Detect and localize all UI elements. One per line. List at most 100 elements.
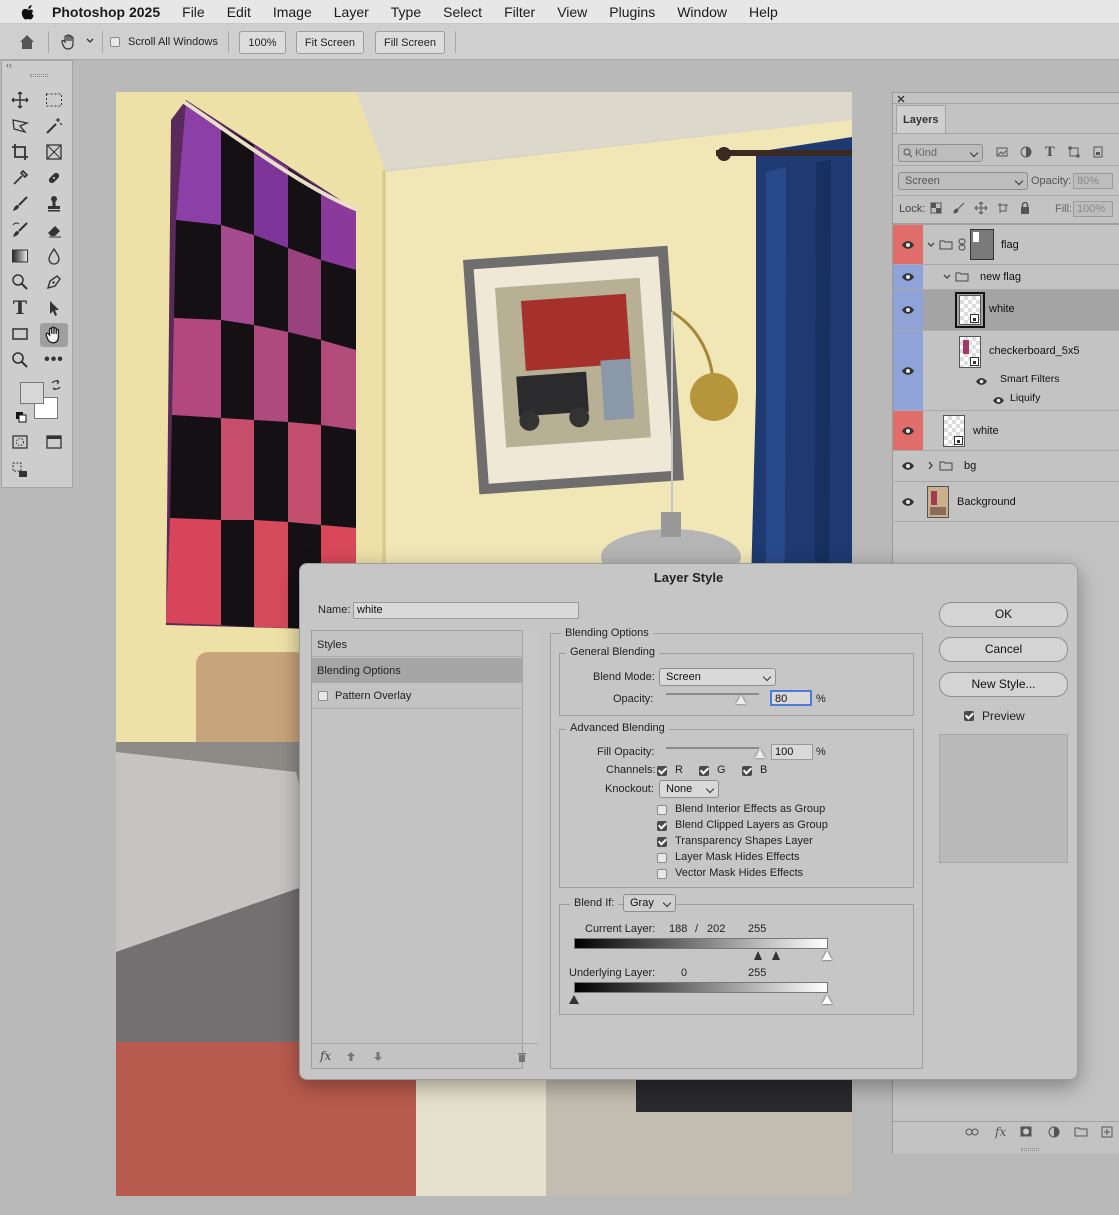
filter-pixel-icon[interactable]: [996, 146, 1008, 158]
channel-g-checkbox[interactable]: [699, 766, 709, 776]
close-panel-icon[interactable]: [897, 95, 905, 103]
cancel-button[interactable]: Cancel: [939, 637, 1068, 662]
styles-scrollbar[interactable]: [522, 631, 538, 1043]
lock-pixels-icon[interactable]: [953, 202, 965, 214]
filter-shape-icon[interactable]: [1068, 146, 1080, 158]
underlying-layer-low-thumb[interactable]: [569, 995, 579, 1004]
chevron-down-icon[interactable]: [86, 38, 94, 44]
current-layer-low-thumb[interactable]: [754, 951, 762, 960]
fx-icon[interactable]: fx: [320, 1049, 331, 1063]
rectangle-tool-icon[interactable]: [8, 323, 32, 345]
hand-tool-icon[interactable]: [40, 323, 68, 347]
crop-tool-icon[interactable]: [8, 141, 32, 163]
new-layer-icon[interactable]: [1101, 1126, 1113, 1138]
ok-button[interactable]: OK: [939, 602, 1068, 627]
fit-screen-button[interactable]: Fit Screen: [296, 31, 364, 54]
screen-mode-icon[interactable]: [42, 431, 66, 453]
type-tool-icon[interactable]: T: [8, 297, 32, 319]
eraser-tool-icon[interactable]: [42, 219, 66, 241]
layer-row-bg[interactable]: bg: [893, 451, 1119, 482]
lock-position-icon[interactable]: [974, 201, 988, 215]
menu-type[interactable]: Type: [391, 4, 421, 20]
default-colors-icon[interactable]: [15, 411, 27, 423]
more-tools-icon[interactable]: •••: [42, 349, 66, 371]
current-layer-high-thumb[interactable]: [822, 951, 832, 960]
vector-mask-hides-effects-checkbox[interactable]: [657, 869, 667, 879]
group-expand-chevron-icon[interactable]: [927, 242, 935, 248]
history-brush-tool-icon[interactable]: [8, 219, 32, 241]
zoom-100-button[interactable]: 100%: [239, 31, 286, 54]
quick-mask-icon[interactable]: [8, 431, 32, 453]
zoom-tool-icon[interactable]: [8, 349, 32, 371]
layer-thumbnail[interactable]: [959, 295, 981, 325]
filter-smart-object-icon[interactable]: [1092, 146, 1104, 158]
smart-filters-visibility-eye-icon[interactable]: [975, 377, 988, 386]
drag-handle[interactable]: [30, 74, 48, 77]
foreground-color-swatch-top[interactable]: [20, 382, 44, 404]
layer-visibility-eye-icon[interactable]: [893, 331, 923, 410]
menu-window[interactable]: Window: [677, 4, 727, 20]
styles-header[interactable]: Styles: [312, 631, 522, 657]
hand-tool-icon[interactable]: [60, 33, 78, 51]
scroll-all-windows-checkbox[interactable]: [110, 37, 120, 47]
stamp-tool-icon[interactable]: [42, 193, 66, 215]
menu-edit[interactable]: Edit: [227, 4, 251, 20]
new-adjustment-layer-icon[interactable]: [1048, 1126, 1060, 1138]
layer-row-new-flag[interactable]: new flag: [893, 265, 1119, 290]
lasso-tool-icon[interactable]: [8, 115, 32, 137]
fill-opacity-slider-track[interactable]: [666, 747, 759, 749]
move-tool-icon[interactable]: [8, 89, 32, 111]
lock-artboard-icon[interactable]: [997, 202, 1009, 214]
layer-row-flag[interactable]: flag: [893, 225, 1119, 265]
lock-all-icon[interactable]: [1019, 201, 1031, 215]
layer-thumbnail[interactable]: [959, 336, 981, 368]
channel-b-checkbox[interactable]: [742, 766, 752, 776]
layer-row-checkerboard[interactable]: checkerboard_5x5 Smart Filters Liquify: [893, 331, 1119, 411]
filter-type-icon[interactable]: T: [1045, 145, 1055, 160]
dodge-tool-icon[interactable]: [8, 271, 32, 293]
trash-icon[interactable]: [517, 1051, 527, 1062]
layer-thumbnail[interactable]: [943, 415, 965, 447]
liquify-visibility-eye-icon[interactable]: [992, 396, 1005, 405]
menu-layer[interactable]: Layer: [334, 4, 369, 20]
apple-icon[interactable]: [18, 2, 38, 22]
fill-opacity-slider-thumb[interactable]: [755, 749, 765, 758]
blend-clipped-layers-checkbox[interactable]: [657, 821, 667, 831]
layer-thumbnail[interactable]: [927, 486, 949, 518]
edit-toolbar-icon[interactable]: [8, 459, 32, 481]
layer-visibility-eye-icon[interactable]: [893, 482, 923, 521]
filter-kind-dropdown[interactable]: Kind: [898, 144, 983, 162]
layer-visibility-eye-icon[interactable]: [893, 411, 923, 450]
pen-tool-icon[interactable]: [42, 271, 66, 293]
blend-if-dropdown[interactable]: Gray: [623, 894, 676, 912]
fill-opacity-field[interactable]: 100: [771, 744, 813, 760]
eyedropper-tool-icon[interactable]: [8, 167, 32, 189]
layer-visibility-eye-icon[interactable]: [893, 290, 923, 330]
layer-blend-mode-dropdown[interactable]: Screen: [898, 172, 1028, 190]
home-icon[interactable]: [18, 33, 36, 51]
path-selection-tool-icon[interactable]: [42, 297, 66, 319]
menu-app-name[interactable]: Photoshop 2025: [52, 4, 160, 20]
layer-fill-field[interactable]: 100%: [1073, 201, 1113, 217]
opacity-slider-thumb[interactable]: [736, 695, 746, 704]
layer-row-white[interactable]: white: [893, 411, 1119, 451]
opacity-field[interactable]: 80: [770, 690, 812, 706]
brush-tool-icon[interactable]: [8, 193, 32, 215]
layer-mask-thumbnail[interactable]: [970, 229, 994, 260]
layer-opacity-field[interactable]: 80%: [1073, 173, 1113, 189]
gradient-tool-icon[interactable]: [8, 245, 32, 267]
group-collapsed-chevron-icon[interactable]: [928, 461, 934, 470]
current-layer-mid-thumb[interactable]: [772, 951, 780, 960]
transparency-shapes-checkbox[interactable]: [657, 837, 667, 847]
frame-tool-icon[interactable]: [42, 141, 66, 163]
blur-tool-icon[interactable]: [42, 245, 66, 267]
layer-visibility-eye-icon[interactable]: [893, 451, 923, 481]
magic-wand-tool-icon[interactable]: [42, 115, 66, 137]
healing-brush-tool-icon[interactable]: [42, 167, 66, 189]
layer-visibility-eye-icon[interactable]: [893, 265, 923, 289]
move-up-icon[interactable]: [346, 1051, 356, 1062]
menu-filter[interactable]: Filter: [504, 4, 535, 20]
new-style-button[interactable]: New Style...: [939, 672, 1068, 697]
menu-view[interactable]: View: [557, 4, 587, 20]
marquee-tool-icon[interactable]: [42, 89, 66, 111]
